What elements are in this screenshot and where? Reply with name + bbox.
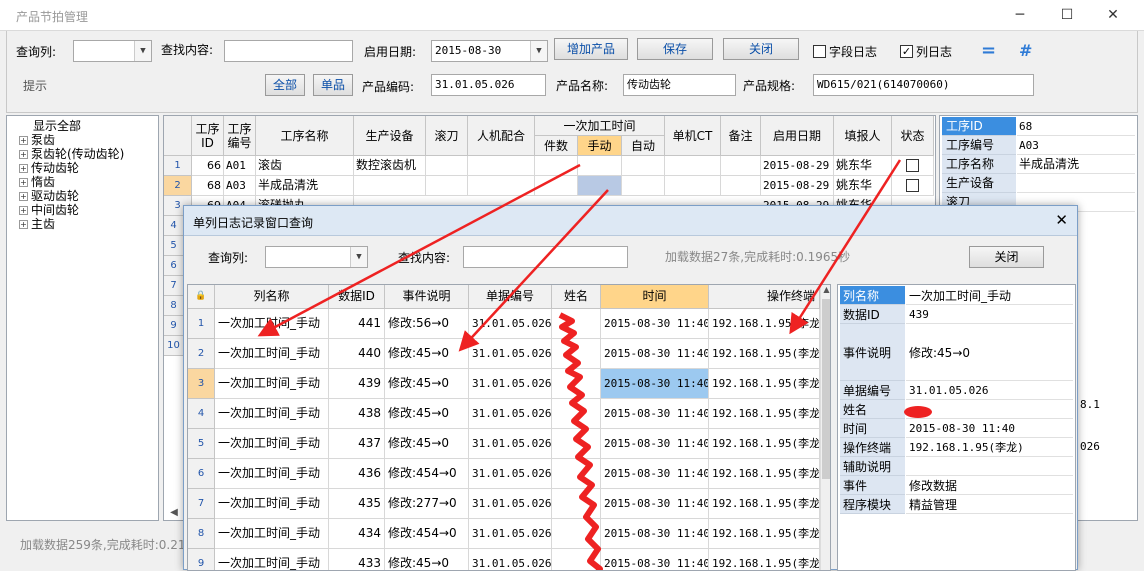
- annotation-arrow: [458, 189, 609, 352]
- annotation-arrow: [789, 159, 902, 335]
- annotation-scribble: [558, 312, 603, 570]
- annotation-scribble: [904, 406, 932, 418]
- annotation-layer: [257, 159, 932, 570]
- annotation-arrow: [257, 163, 581, 337]
